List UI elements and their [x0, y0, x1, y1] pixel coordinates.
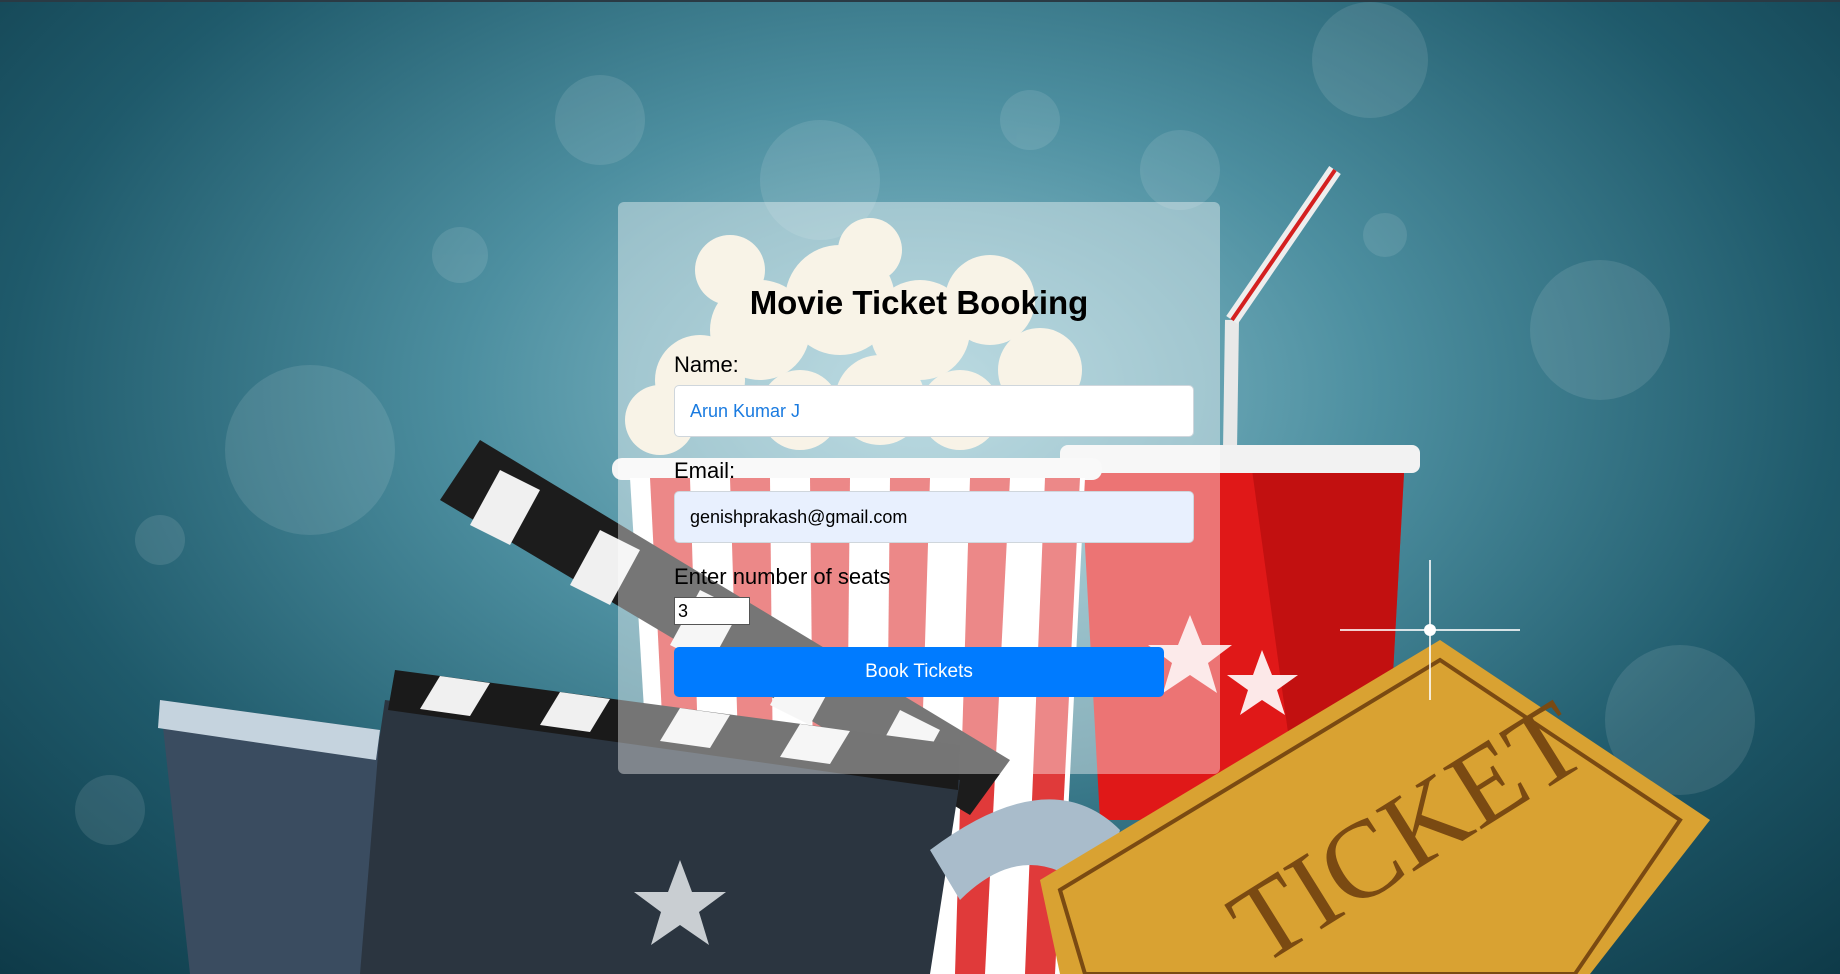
email-input[interactable]	[674, 491, 1194, 543]
name-label: Name:	[674, 352, 739, 377]
seats-label: Enter number of seats	[674, 564, 891, 589]
seats-input[interactable]	[674, 597, 750, 625]
booking-form-card: Movie Ticket Booking Name: Email: Enter …	[618, 202, 1220, 774]
page-title: Movie Ticket Booking	[749, 284, 1089, 321]
book-tickets-button[interactable]: Book Tickets	[674, 647, 1164, 697]
email-label: Email:	[674, 458, 736, 483]
name-input[interactable]	[674, 385, 1194, 437]
